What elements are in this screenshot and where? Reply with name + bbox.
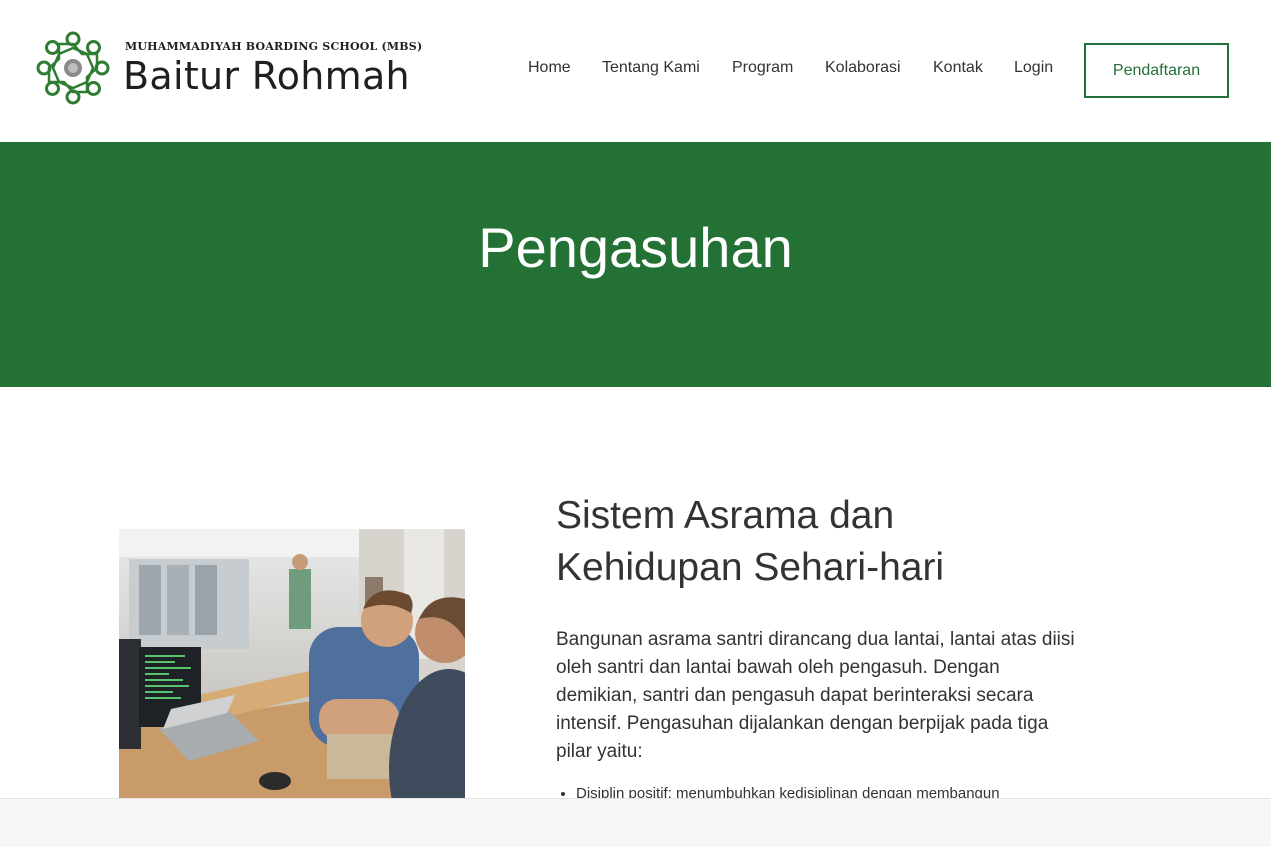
bottom-bar <box>0 798 1271 847</box>
brand-name: Baitur Rohmah <box>123 54 410 98</box>
section-heading: Sistem Asrama dan Kehidupan Sehari-hari <box>556 494 945 589</box>
logo-emblem-icon <box>36 31 110 105</box>
brand-subtitle: MUHAMMADIYAH BOARDING SCHOOL (MBS) <box>125 40 423 53</box>
page-hero: Pengasuhan <box>0 142 1271 387</box>
page-title: Pengasuhan <box>478 216 793 279</box>
pendaftaran-button[interactable]: Pendaftaran <box>1084 43 1229 98</box>
nav-item-kontak[interactable]: Kontak <box>933 59 983 77</box>
site-header: MUHAMMADIYAH BOARDING SCHOOL (MBS) Baitu… <box>0 0 1271 142</box>
office-photo-illustration <box>119 529 465 799</box>
section-paragraph: Bangunan asrama santri dirancang dua lan… <box>556 629 1075 762</box>
nav-item-login[interactable]: Login <box>1014 59 1053 77</box>
nav-item-tentang-kami[interactable]: Tentang Kami <box>602 59 700 77</box>
office-photo <box>119 529 465 799</box>
nav-item-program[interactable]: Program <box>732 59 793 77</box>
content-section: Sistem Asrama dan Kehidupan Sehari-hari … <box>556 490 1076 804</box>
nav-item-kolaborasi[interactable]: Kolaborasi <box>825 59 901 77</box>
nav-item-home[interactable]: Home <box>528 59 571 77</box>
